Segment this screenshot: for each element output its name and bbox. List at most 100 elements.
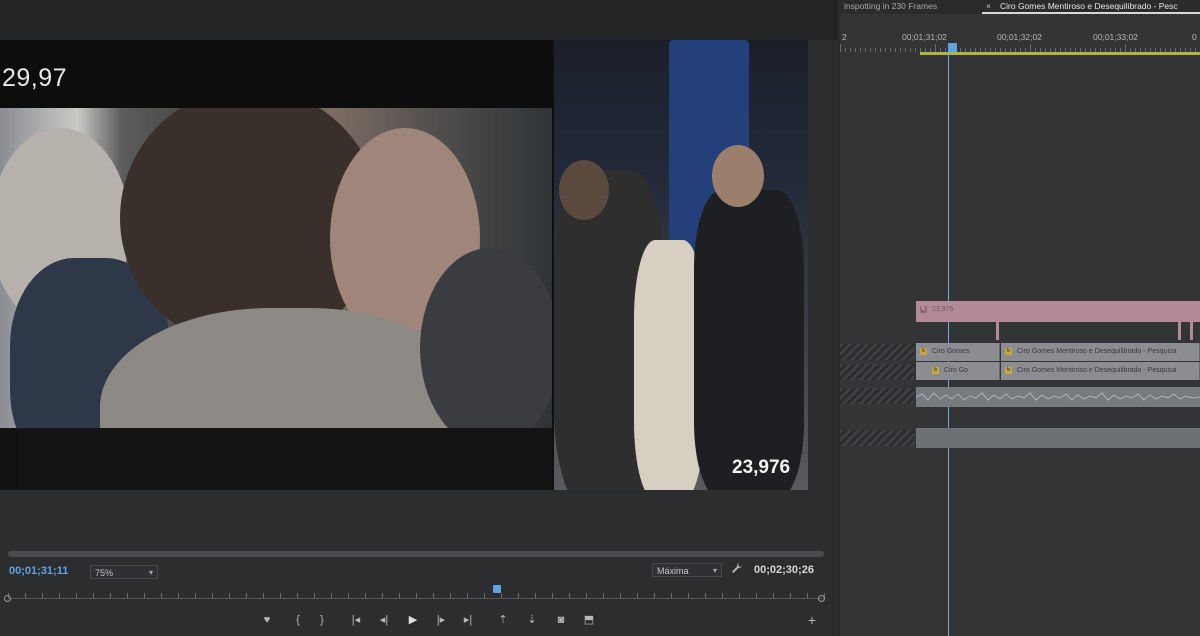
clip-marker [1178,322,1181,340]
ruler-tick [518,593,519,598]
export-frame-icon[interactable]: ◙ [555,612,567,628]
go-to-in-icon[interactable]: |◂ [350,612,362,628]
add-button-icon[interactable]: + [806,612,818,628]
video-clip[interactable]: fx Ciro Gomes [916,343,1000,361]
marker-icon[interactable]: ♥ [261,612,273,628]
audio-clip[interactable] [916,428,1200,448]
timeline-ruler-tick [845,48,846,52]
person-head-shape [559,160,609,220]
timeline-ruler-tick [860,48,861,52]
video-clip-label: Ciro Gomes [931,348,970,355]
ruler-start-handle[interactable] [4,595,11,602]
empty-track-area [840,430,914,446]
right-comparison-clip [554,40,808,490]
empty-track-area [840,344,914,360]
video-clip[interactable]: fx Ciro Go [916,362,1000,380]
mark-in-icon[interactable]: { [292,612,304,628]
timeline-ruler-tick [935,44,936,52]
ruler-tick [263,593,264,598]
tab-previous-sequence[interactable]: inspotting in 230 Frames [844,1,937,11]
timeline-tracks: fx 23,976 fx Ciro Gomes fx Ciro Gomes Me… [840,300,1200,460]
timeline-ruler-tick [1125,44,1126,52]
play-icon[interactable]: ▶ [407,612,419,628]
timeline-ruler-tick [880,48,881,52]
left-comparison-clip: 29,97 [0,40,552,490]
empty-track-area [840,364,914,380]
ruler-tick [569,593,570,598]
chevron-down-icon: ▾ [712,566,717,575]
active-tab-indicator [982,12,1200,14]
ruler-tick [110,593,111,598]
ruler-tick [807,593,808,598]
playback-quality-select[interactable]: Máxima ▾ [652,563,722,577]
close-icon[interactable]: × [986,1,991,11]
timeline-time-ruler[interactable]: 2 00;01;31;02 00;01;32;02 00;01;33;02 0 [840,28,1200,54]
clip-marker [1190,322,1193,340]
ruler-tick [620,593,621,598]
fx-badge-icon: fx [932,366,939,374]
video-clip-label: Ciro Gomes Mentiroso e Desequilibrado - … [1016,367,1177,374]
ruler-tick [688,593,689,598]
program-monitor-panel: 29,97 23,976 00;01;31;11 75% ▾ Máxima ▾ … [0,0,838,636]
right-fps-label: 23,976 [732,457,791,478]
lift-icon[interactable]: ⇡ [497,612,509,628]
ruler-tick [722,593,723,598]
video-clip[interactable]: fx Ciro Gomes Mentiroso e Desequilibrado… [1001,343,1200,361]
ruler-tick [484,593,485,598]
extract-icon[interactable]: ⇣ [526,612,538,628]
ruler-label: 00;01;32;02 [997,32,1042,42]
ruler-tick [756,593,757,598]
fx-badge-icon: fx [1005,366,1012,374]
zoom-level-select[interactable]: 75% ▾ [90,565,158,579]
video-clip[interactable]: fx Ciro Gomes Mentiroso e Desequilibrado… [1001,362,1200,380]
timeline-ruler-tick [855,48,856,52]
audio-clip[interactable] [916,387,1200,407]
timeline-ruler-tick [875,48,876,52]
go-to-out-icon[interactable]: ▸| [462,612,474,628]
sequence-tabs: inspotting in 230 Frames × Ciro Gomes Me… [840,0,1200,14]
zoom-scrollbar[interactable] [8,551,824,557]
wrench-icon[interactable] [731,562,743,574]
ruler-tick [773,593,774,598]
ruler-tick [450,593,451,598]
tab-active-sequence[interactable]: Ciro Gomes Mentiroso e Desequilibrado - … [1000,1,1178,11]
ruler-tick [501,593,502,598]
ruler-tick [399,593,400,598]
zoom-level-value: 75% [95,568,114,578]
ruler-tick [416,593,417,598]
ruler-tick [654,593,655,598]
adjustment-clip[interactable]: fx 23,976 [916,301,1200,322]
current-timecode[interactable]: 00;01;31;11 [9,565,68,577]
ruler-label: 0 [1192,32,1197,42]
ruler-tick [790,593,791,598]
ruler-baseline [8,598,824,599]
ruler-tick [382,593,383,598]
letterbox-top [0,40,552,108]
timeline-ruler-tick [1030,44,1031,52]
playback-quality-value: Máxima [657,566,689,576]
duration-timecode: 00;02;30;26 [754,564,814,576]
ruler-tick [314,593,315,598]
monitor-playhead[interactable] [493,585,501,593]
timeline-playhead-handle[interactable] [948,43,957,52]
comparison-view-icon[interactable]: ⬒ [583,612,595,628]
left-video-frame [0,108,552,428]
ruler-tick [178,593,179,598]
step-back-icon[interactable]: ◂| [378,612,390,628]
timeline-ruler-tick [895,48,896,52]
video-preview[interactable]: 29,97 23,976 [0,40,808,490]
step-forward-icon[interactable]: |▸ [435,612,447,628]
ruler-tick [331,593,332,598]
adjustment-clip-label: 23,976 [931,306,954,313]
empty-track-area [840,388,914,404]
work-area-bar[interactable] [920,52,1200,55]
ruler-end-handle[interactable] [818,595,825,602]
ruler-tick [161,593,162,598]
chevron-down-icon: ▾ [148,568,153,577]
mark-out-icon[interactable]: } [316,612,328,628]
monitor-time-ruler[interactable] [4,584,825,602]
ruler-tick [246,593,247,598]
audio-waveform [916,392,1200,401]
ruler-tick [739,593,740,598]
fx-badge-icon: fx [920,305,927,313]
